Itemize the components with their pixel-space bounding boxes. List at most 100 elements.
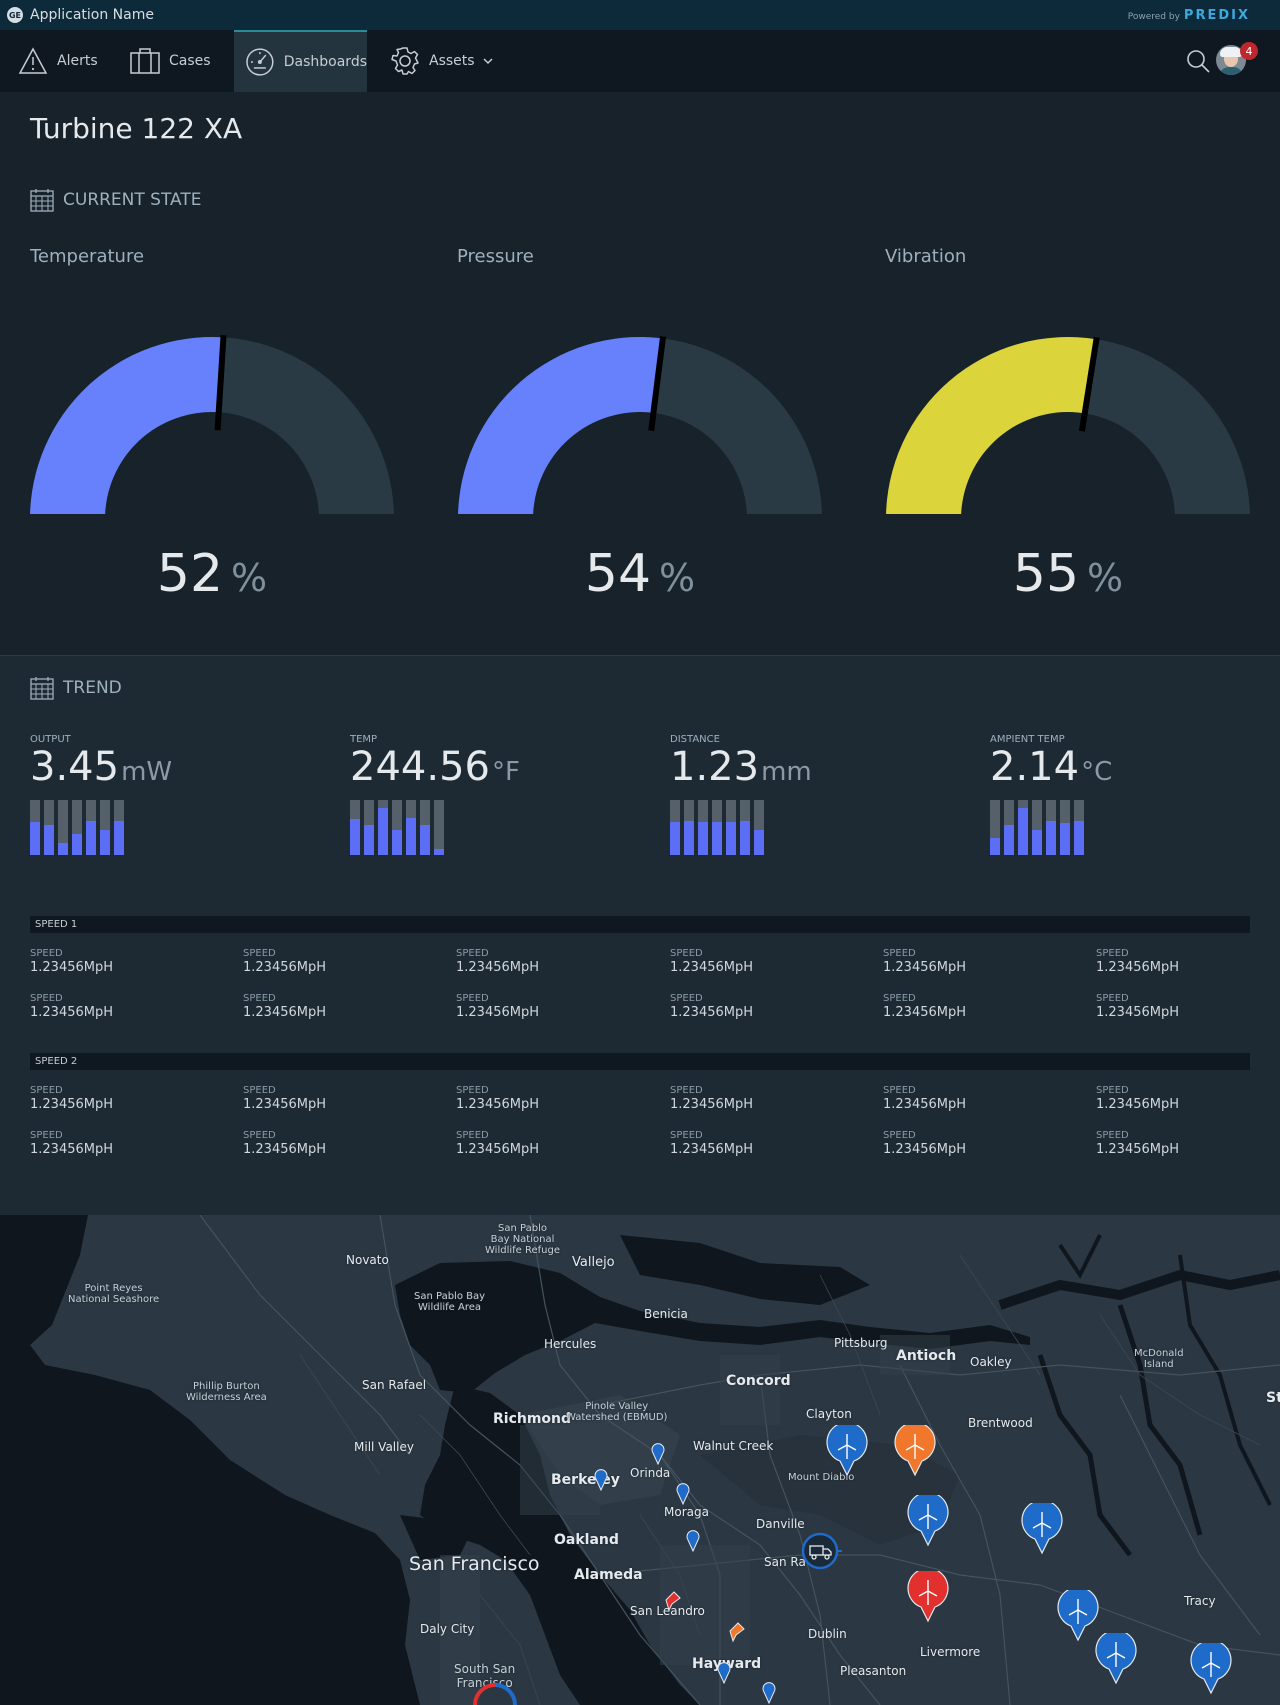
speed-cell: SPEED 1.23456MpH bbox=[1096, 948, 1280, 975]
turbine-pin-blue[interactable] bbox=[1021, 1503, 1063, 1555]
speed-value: 1.23456MpH bbox=[883, 1142, 967, 1157]
gauge-fill bbox=[458, 337, 663, 514]
nav-cases[interactable]: Cases bbox=[130, 30, 211, 92]
briefcase-icon bbox=[130, 48, 160, 74]
speed-value: 1.23456MpH bbox=[1096, 1142, 1180, 1157]
location-marker-icon[interactable] bbox=[594, 1469, 608, 1491]
truck-icon[interactable] bbox=[800, 1531, 844, 1571]
speed-label: SPEED bbox=[1096, 948, 1129, 959]
turbine-pin-blue[interactable] bbox=[1190, 1643, 1232, 1695]
gauge-unit: % bbox=[1087, 556, 1124, 600]
map-label: Point Reyes National Seashore bbox=[68, 1283, 160, 1305]
speed-cell: SPEED 1.23456MpH bbox=[30, 993, 230, 1020]
speed-label: SPEED bbox=[30, 1130, 63, 1141]
turbine-pin-blue[interactable] bbox=[826, 1425, 868, 1477]
location-marker-icon[interactable] bbox=[676, 1483, 690, 1505]
trend-section: TREND OUTPUT 3.45mW TEMP 244.56°F DISTAN… bbox=[0, 655, 1280, 1215]
warning-flag-icon[interactable] bbox=[727, 1619, 747, 1643]
speed-cell: SPEED 1.23456MpH bbox=[243, 993, 443, 1020]
speed-label: SPEED bbox=[243, 993, 276, 1004]
gauge-number: 54 bbox=[584, 544, 652, 604]
location-marker-icon[interactable] bbox=[717, 1662, 731, 1684]
asset-map[interactable]: San Pablo Bay National Wildlife Refuge Val… bbox=[0, 1215, 1280, 1705]
spark-bar bbox=[406, 800, 416, 855]
speed-cell: SPEED 1.23456MpH bbox=[883, 948, 1083, 975]
speed-value: 1.23456MpH bbox=[456, 960, 540, 975]
spark-bar bbox=[30, 800, 40, 855]
speed-value: 1.23456MpH bbox=[243, 1142, 327, 1157]
powered-by: Powered by PREDIX bbox=[1128, 8, 1250, 23]
turbine-pin-blue[interactable] bbox=[907, 1495, 949, 1547]
location-marker-icon[interactable] bbox=[651, 1443, 665, 1465]
speed-label: SPEED bbox=[456, 993, 489, 1004]
speed-label: SPEED bbox=[243, 948, 276, 959]
speed-label: SPEED bbox=[883, 948, 916, 959]
speed-value: 1.23456MpH bbox=[30, 1005, 114, 1020]
cluster-marker-icon[interactable] bbox=[470, 1680, 520, 1705]
turbine-pin-orange[interactable] bbox=[894, 1425, 936, 1477]
speed-label: SPEED bbox=[670, 1130, 703, 1141]
spark-bar bbox=[100, 800, 110, 855]
kpi-unit: mW bbox=[121, 757, 173, 787]
speed-label: SPEED bbox=[883, 1085, 916, 1096]
brand-logo: PREDIX bbox=[1183, 8, 1250, 23]
notification-badge: 4 bbox=[1240, 42, 1258, 60]
map-label: Danville bbox=[756, 1517, 805, 1531]
spark-bar bbox=[72, 800, 82, 855]
gauge-value-pressure: 54% bbox=[458, 544, 822, 604]
powered-by-label: Powered by bbox=[1127, 12, 1180, 22]
kpi-distance: DISTANCE 1.23mm bbox=[670, 734, 812, 790]
speed-value: 1.23456MpH bbox=[243, 1097, 327, 1112]
speed-value: 1.23456MpH bbox=[883, 1005, 967, 1020]
turbine-pin-red[interactable] bbox=[907, 1571, 949, 1623]
speed-value: 1.23456MpH bbox=[30, 960, 114, 975]
map-label: Berkeley bbox=[551, 1472, 620, 1488]
nav-dashboards[interactable]: Dashboards bbox=[234, 30, 367, 92]
main-navigation: Alerts Cases Dashboards Assets 4 bbox=[0, 30, 1280, 92]
ge-logo: GE bbox=[7, 7, 23, 23]
search-icon[interactable] bbox=[1185, 48, 1211, 74]
turbine-pin-blue[interactable] bbox=[1057, 1590, 1099, 1642]
speed-label: SPEED bbox=[1096, 1130, 1129, 1141]
spark-bar bbox=[1004, 800, 1014, 855]
location-marker-icon[interactable] bbox=[686, 1530, 700, 1552]
map-label: Tracy bbox=[1184, 1594, 1216, 1608]
gauge-unit: % bbox=[231, 556, 268, 600]
spark-bar bbox=[726, 800, 736, 855]
trend-title: TREND bbox=[63, 678, 122, 698]
nav-dashboards-label: Dashboards bbox=[283, 54, 367, 70]
map-label: Pinole Valley Watershed (EBMUD) bbox=[566, 1401, 668, 1423]
kpi-temp: TEMP 244.56°F bbox=[350, 734, 520, 790]
map-label: Daly City bbox=[420, 1622, 475, 1636]
kpi-value: 1.23 bbox=[670, 744, 760, 790]
trend-heading: TREND bbox=[30, 676, 122, 700]
map-label: Hercules bbox=[544, 1337, 597, 1351]
chevron-down-icon bbox=[483, 58, 493, 65]
speed-label: SPEED bbox=[670, 993, 703, 1004]
kpi-output: OUTPUT 3.45mW bbox=[30, 734, 172, 790]
nav-assets[interactable]: Assets bbox=[390, 30, 495, 92]
speed-label: SPEED bbox=[1096, 993, 1129, 1004]
nav-alerts[interactable]: Alerts bbox=[18, 30, 98, 92]
speed-value: 1.23456MpH bbox=[883, 1097, 967, 1112]
speed-value: 1.23456MpH bbox=[670, 960, 754, 975]
map-label: Oakland bbox=[554, 1532, 619, 1548]
location-marker-icon[interactable] bbox=[762, 1682, 776, 1704]
map-label: Moraga bbox=[664, 1505, 709, 1519]
spark-bar bbox=[698, 800, 708, 855]
spark-bar bbox=[350, 800, 360, 855]
map-label: Benicia bbox=[644, 1307, 688, 1321]
speed-value: 1.23456MpH bbox=[1096, 960, 1180, 975]
speed-value: 1.23456MpH bbox=[1096, 1005, 1180, 1020]
alert-flag-icon[interactable] bbox=[663, 1588, 683, 1612]
gauge-pressure bbox=[458, 336, 822, 514]
spark-bar bbox=[420, 800, 430, 855]
turbine-pin-blue[interactable] bbox=[1095, 1633, 1137, 1685]
speed-cell: SPEED 1.23456MpH bbox=[670, 948, 870, 975]
map-label: Orinda bbox=[630, 1466, 671, 1480]
speed-value: 1.23456MpH bbox=[30, 1142, 114, 1157]
speed-label: SPEED bbox=[670, 948, 703, 959]
gauge-fill bbox=[30, 337, 224, 514]
sparkbars-distance bbox=[670, 800, 768, 855]
speed-label: SPEED bbox=[243, 1130, 276, 1141]
